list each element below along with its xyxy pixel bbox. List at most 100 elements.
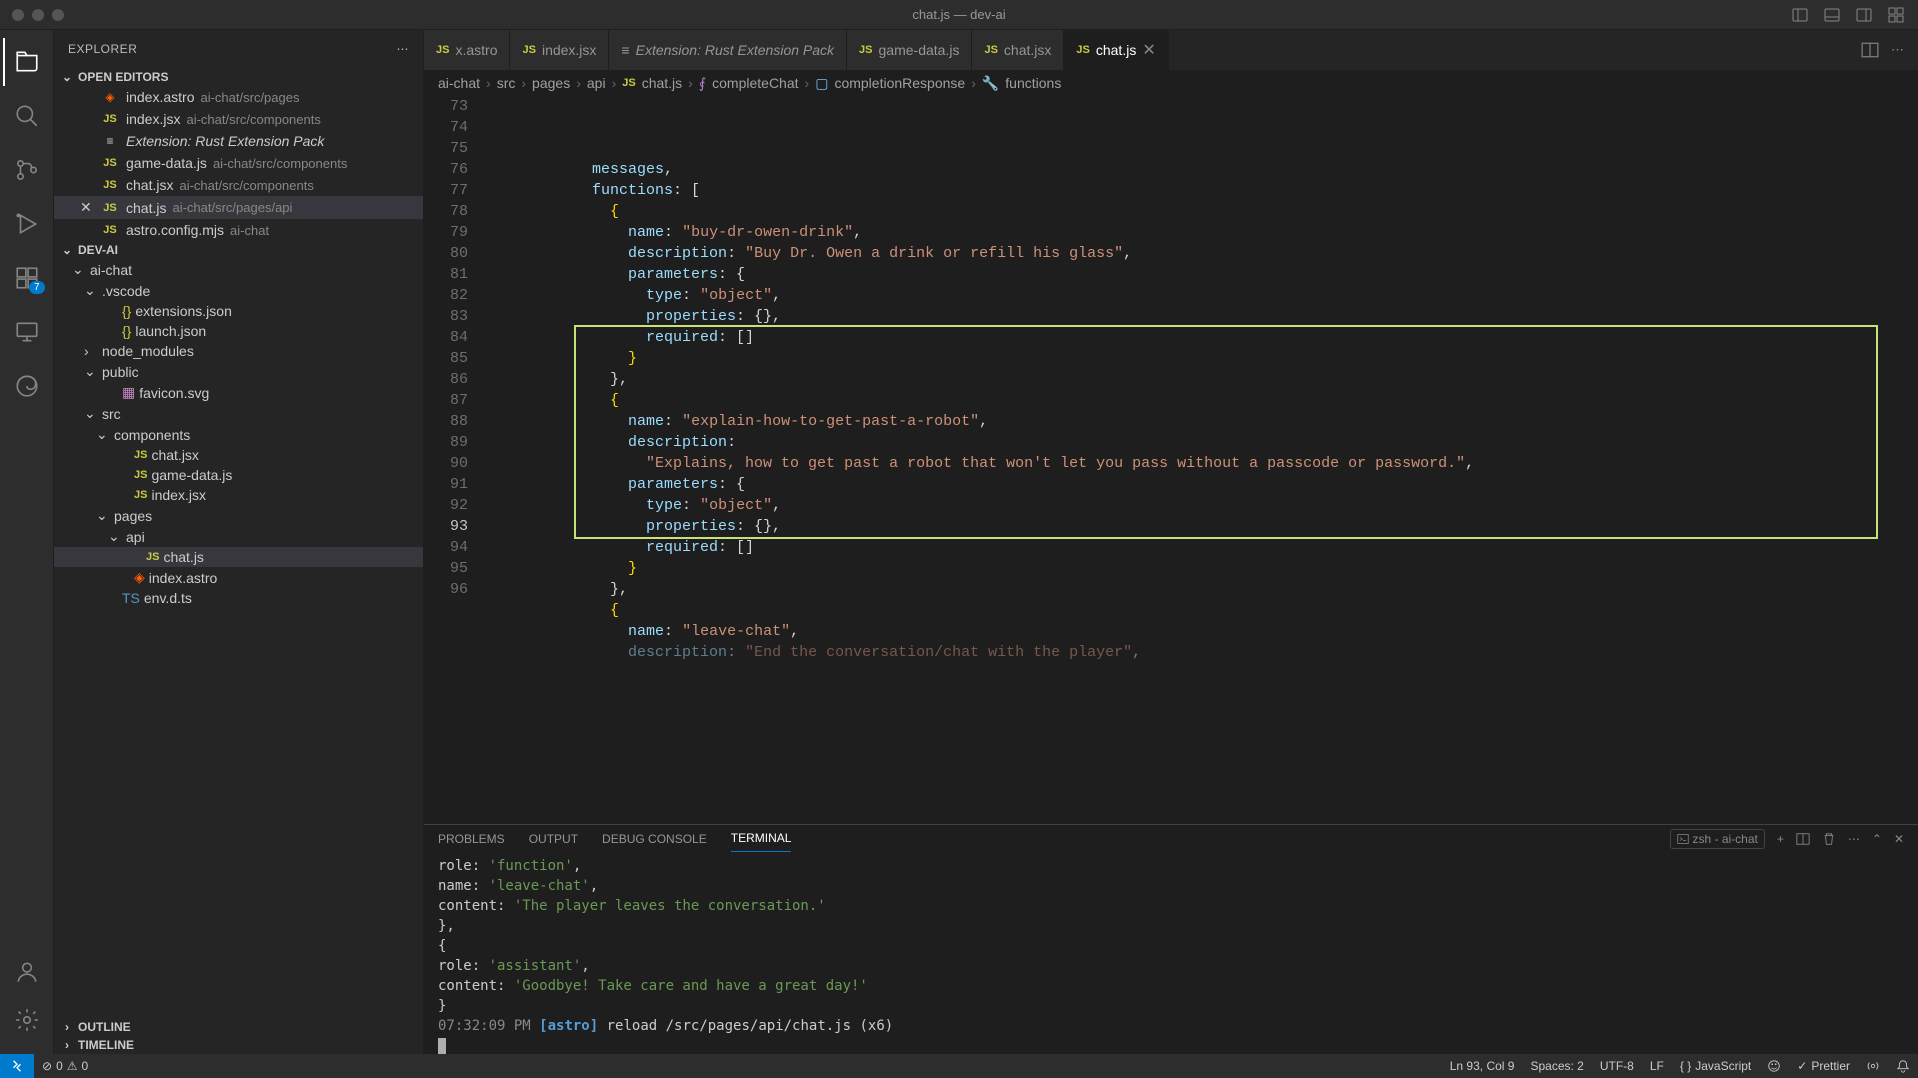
more-icon[interactable]: ⋯ xyxy=(1891,42,1904,58)
close-panel-icon[interactable]: ✕ xyxy=(1894,832,1904,846)
maximize-window-icon[interactable] xyxy=(52,9,64,21)
code-line[interactable]: required: [] xyxy=(484,327,1918,348)
minimize-window-icon[interactable] xyxy=(32,9,44,21)
breadcrumb[interactable]: ai-chat› src› pages› api› JS chat.js› ⨐ … xyxy=(424,70,1918,96)
errors-status[interactable]: ⊘0⚠0 xyxy=(34,1059,96,1073)
close-icon[interactable]: ✕ xyxy=(80,199,94,216)
tree-item[interactable]: JS game-data.js xyxy=(54,465,423,485)
code-editor[interactable]: 7374757677787980818283848586878889909192… xyxy=(424,96,1918,824)
code-line[interactable]: required: [] xyxy=(484,537,1918,558)
remote-explorer-activity[interactable] xyxy=(3,308,51,356)
outline-section[interactable]: › OUTLINE xyxy=(54,1018,423,1036)
code-line[interactable]: }, xyxy=(484,579,1918,600)
tree-item[interactable]: ⌄ src xyxy=(54,403,423,424)
split-terminal-icon[interactable] xyxy=(1796,832,1810,846)
more-icon[interactable]: ⋯ xyxy=(1848,832,1860,846)
terminal-tab[interactable]: TERMINAL xyxy=(731,825,792,852)
project-section[interactable]: ⌄ DEV-AI xyxy=(54,241,423,259)
code-line[interactable]: description: "Buy Dr. Owen a drink or re… xyxy=(484,243,1918,264)
panel-right-icon[interactable] xyxy=(1852,5,1876,25)
extensions-activity[interactable]: 7 xyxy=(3,254,51,302)
code-line[interactable]: parameters: { xyxy=(484,264,1918,285)
code-line[interactable]: functions: [ xyxy=(484,180,1918,201)
editor-tab[interactable]: JSchat.js✕ xyxy=(1064,30,1168,70)
tree-item[interactable]: ◈ index.astro xyxy=(54,567,423,588)
tree-item[interactable]: JS chat.js xyxy=(54,547,423,567)
code-line[interactable]: type: "object", xyxy=(484,285,1918,306)
close-tab-icon[interactable]: ✕ xyxy=(1142,40,1155,60)
open-editor-item[interactable]: JSchat.jsx ai-chat/src/components xyxy=(54,174,423,196)
source-control-activity[interactable] xyxy=(3,146,51,194)
tree-item[interactable]: {} extensions.json xyxy=(54,301,423,321)
search-activity[interactable] xyxy=(3,92,51,140)
tree-item[interactable]: ⌄ components xyxy=(54,424,423,445)
editor-tab[interactable]: JSindex.jsx xyxy=(510,30,609,70)
language-status[interactable]: { }JavaScript xyxy=(1672,1059,1759,1073)
broadcast-icon[interactable] xyxy=(1858,1059,1888,1073)
open-editor-item[interactable]: JSgame-data.js ai-chat/src/components xyxy=(54,152,423,174)
code-line[interactable]: "Explains, how to get past a robot that … xyxy=(484,453,1918,474)
code-line[interactable]: messages, xyxy=(484,159,1918,180)
code-line[interactable]: name: "explain-how-to-get-past-a-robot", xyxy=(484,411,1918,432)
problems-tab[interactable]: PROBLEMS xyxy=(438,826,505,852)
code-line[interactable]: properties: {}, xyxy=(484,306,1918,327)
code-line[interactable]: name: "buy-dr-owen-drink", xyxy=(484,222,1918,243)
code-line[interactable]: properties: {}, xyxy=(484,516,1918,537)
debug-console-tab[interactable]: DEBUG CONSOLE xyxy=(602,826,707,852)
open-editor-item[interactable]: ✕JSchat.js ai-chat/src/pages/api xyxy=(54,196,423,219)
tree-item[interactable]: JS index.jsx xyxy=(54,485,423,505)
tree-item[interactable]: › node_modules xyxy=(54,341,423,361)
tree-item[interactable]: {} launch.json xyxy=(54,321,423,341)
panel-left-icon[interactable] xyxy=(1788,5,1812,25)
close-window-icon[interactable] xyxy=(12,9,24,21)
notifications-icon[interactable] xyxy=(1888,1059,1918,1073)
code-line[interactable]: { xyxy=(484,201,1918,222)
code-line[interactable]: name: "leave-chat", xyxy=(484,621,1918,642)
output-tab[interactable]: OUTPUT xyxy=(529,826,578,852)
editor-tab[interactable]: JSx.astro xyxy=(424,30,510,70)
open-editor-item[interactable]: ≡Extension: Rust Extension Pack xyxy=(54,130,423,152)
tree-item[interactable]: ⌄ pages xyxy=(54,505,423,526)
edge-activity[interactable] xyxy=(3,362,51,410)
panel-bottom-icon[interactable] xyxy=(1820,5,1844,25)
tree-item[interactable]: TS env.d.ts xyxy=(54,588,423,608)
shell-dropdown[interactable]: zsh - ai-chat xyxy=(1670,829,1765,849)
code-line[interactable]: { xyxy=(484,390,1918,411)
code-line[interactable]: type: "object", xyxy=(484,495,1918,516)
tree-item[interactable]: ⌄ .vscode xyxy=(54,280,423,301)
editor-tab[interactable]: JSgame-data.js xyxy=(847,30,972,70)
tree-item[interactable]: ⌄ public xyxy=(54,361,423,382)
tree-item[interactable]: ⌄ ai-chat xyxy=(54,259,423,280)
open-editor-item[interactable]: JSastro.config.mjs ai-chat xyxy=(54,219,423,241)
remote-button[interactable] xyxy=(0,1054,34,1078)
tree-item[interactable]: ⌄ api xyxy=(54,526,423,547)
cursor-position[interactable]: Ln 93, Col 9 xyxy=(1442,1059,1523,1073)
debug-activity[interactable] xyxy=(3,200,51,248)
editor-tab[interactable]: JSchat.jsx xyxy=(972,30,1064,70)
eol-status[interactable]: LF xyxy=(1642,1059,1672,1073)
code-line[interactable]: { xyxy=(484,600,1918,621)
accounts-activity[interactable] xyxy=(3,948,51,996)
code-line[interactable]: } xyxy=(484,558,1918,579)
settings-activity[interactable] xyxy=(3,996,51,1044)
code-line[interactable]: parameters: { xyxy=(484,474,1918,495)
editor-tab[interactable]: ≡Extension: Rust Extension Pack xyxy=(609,30,847,70)
encoding-status[interactable]: UTF-8 xyxy=(1592,1059,1642,1073)
code-line[interactable]: description: "End the conversation/chat … xyxy=(484,642,1918,663)
open-editor-item[interactable]: ◈index.astro ai-chat/src/pages xyxy=(54,86,423,108)
code-line[interactable]: description: xyxy=(484,432,1918,453)
new-terminal-icon[interactable]: + xyxy=(1777,832,1784,846)
code-line[interactable]: }, xyxy=(484,369,1918,390)
more-icon[interactable]: ⋯ xyxy=(397,42,410,56)
tree-item[interactable]: ▦ favicon.svg xyxy=(54,382,423,403)
feedback-icon[interactable] xyxy=(1759,1059,1789,1073)
code-line[interactable]: } xyxy=(484,348,1918,369)
terminal-output[interactable]: role: 'function', name: 'leave-chat', co… xyxy=(424,852,1918,1060)
explorer-activity[interactable] xyxy=(3,38,51,86)
indentation-status[interactable]: Spaces: 2 xyxy=(1522,1059,1591,1073)
open-editor-item[interactable]: JSindex.jsx ai-chat/src/components xyxy=(54,108,423,130)
prettier-status[interactable]: ✓Prettier xyxy=(1789,1059,1858,1073)
trash-icon[interactable] xyxy=(1822,832,1836,846)
open-editors-section[interactable]: ⌄ OPEN EDITORS xyxy=(54,68,423,86)
timeline-section[interactable]: › TIMELINE xyxy=(54,1036,423,1054)
